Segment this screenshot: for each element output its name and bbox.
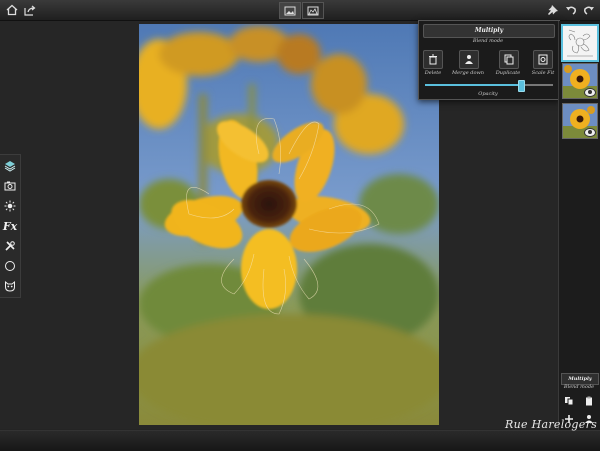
merge-down-button[interactable] [459, 50, 479, 69]
camera-icon[interactable] [2, 178, 18, 194]
bottom-bar [0, 430, 600, 451]
landscape-view-icon[interactable] [302, 2, 324, 19]
layer-options-popup: Multiply Blend mode Delete Merge down Du… [418, 20, 560, 100]
delete-button[interactable] [423, 50, 443, 69]
merge-down-label: Merge down [452, 70, 484, 76]
scale-fit-label: Scale Fit [531, 70, 555, 76]
brightness-icon[interactable] [2, 198, 18, 214]
mask-icon[interactable] [2, 278, 18, 294]
duplicate-label: Duplicate [495, 70, 521, 76]
layers-panel: Multiply Blend mode [558, 21, 600, 430]
blend-mode-button[interactable]: Multiply [423, 24, 555, 38]
opacity-label: Opacity [478, 91, 498, 97]
redo-icon[interactable] [581, 2, 597, 18]
home-icon[interactable] [4, 2, 20, 18]
scale-fit-button[interactable] [533, 50, 553, 69]
copy-layer-icon[interactable] [563, 395, 575, 407]
layer-thumb-sketch[interactable] [561, 24, 599, 62]
layer-thumb-sunflower-2[interactable] [562, 103, 598, 139]
panel-blend-mode-label: Blend mode [563, 384, 595, 390]
pin-icon[interactable] [545, 2, 561, 18]
blend-mode-label: Blend mode [472, 38, 504, 44]
opacity-slider-fill [425, 84, 521, 86]
top-toolbar [0, 0, 600, 21]
tool-palette: Fx [0, 154, 21, 298]
fx-icon[interactable]: Fx [2, 218, 18, 234]
paste-layer-icon[interactable] [583, 395, 595, 407]
wrench-icon[interactable] [2, 238, 18, 254]
undo-icon[interactable] [563, 2, 579, 18]
visibility-eye-icon[interactable] [584, 128, 596, 137]
layers-icon[interactable] [2, 158, 18, 174]
visibility-eye-icon[interactable] [584, 88, 596, 97]
delete-label: Delete [424, 70, 442, 76]
duplicate-button[interactable] [499, 50, 519, 69]
share-icon[interactable] [22, 2, 38, 18]
artist-signature: Rue Harelogers [505, 418, 598, 431]
opacity-slider-track[interactable] [425, 84, 553, 86]
circle-icon[interactable] [2, 258, 18, 274]
painting-canvas[interactable] [139, 24, 439, 425]
layer-thumb-sunflower-1[interactable] [562, 63, 598, 99]
image-view-icon[interactable] [279, 2, 301, 19]
